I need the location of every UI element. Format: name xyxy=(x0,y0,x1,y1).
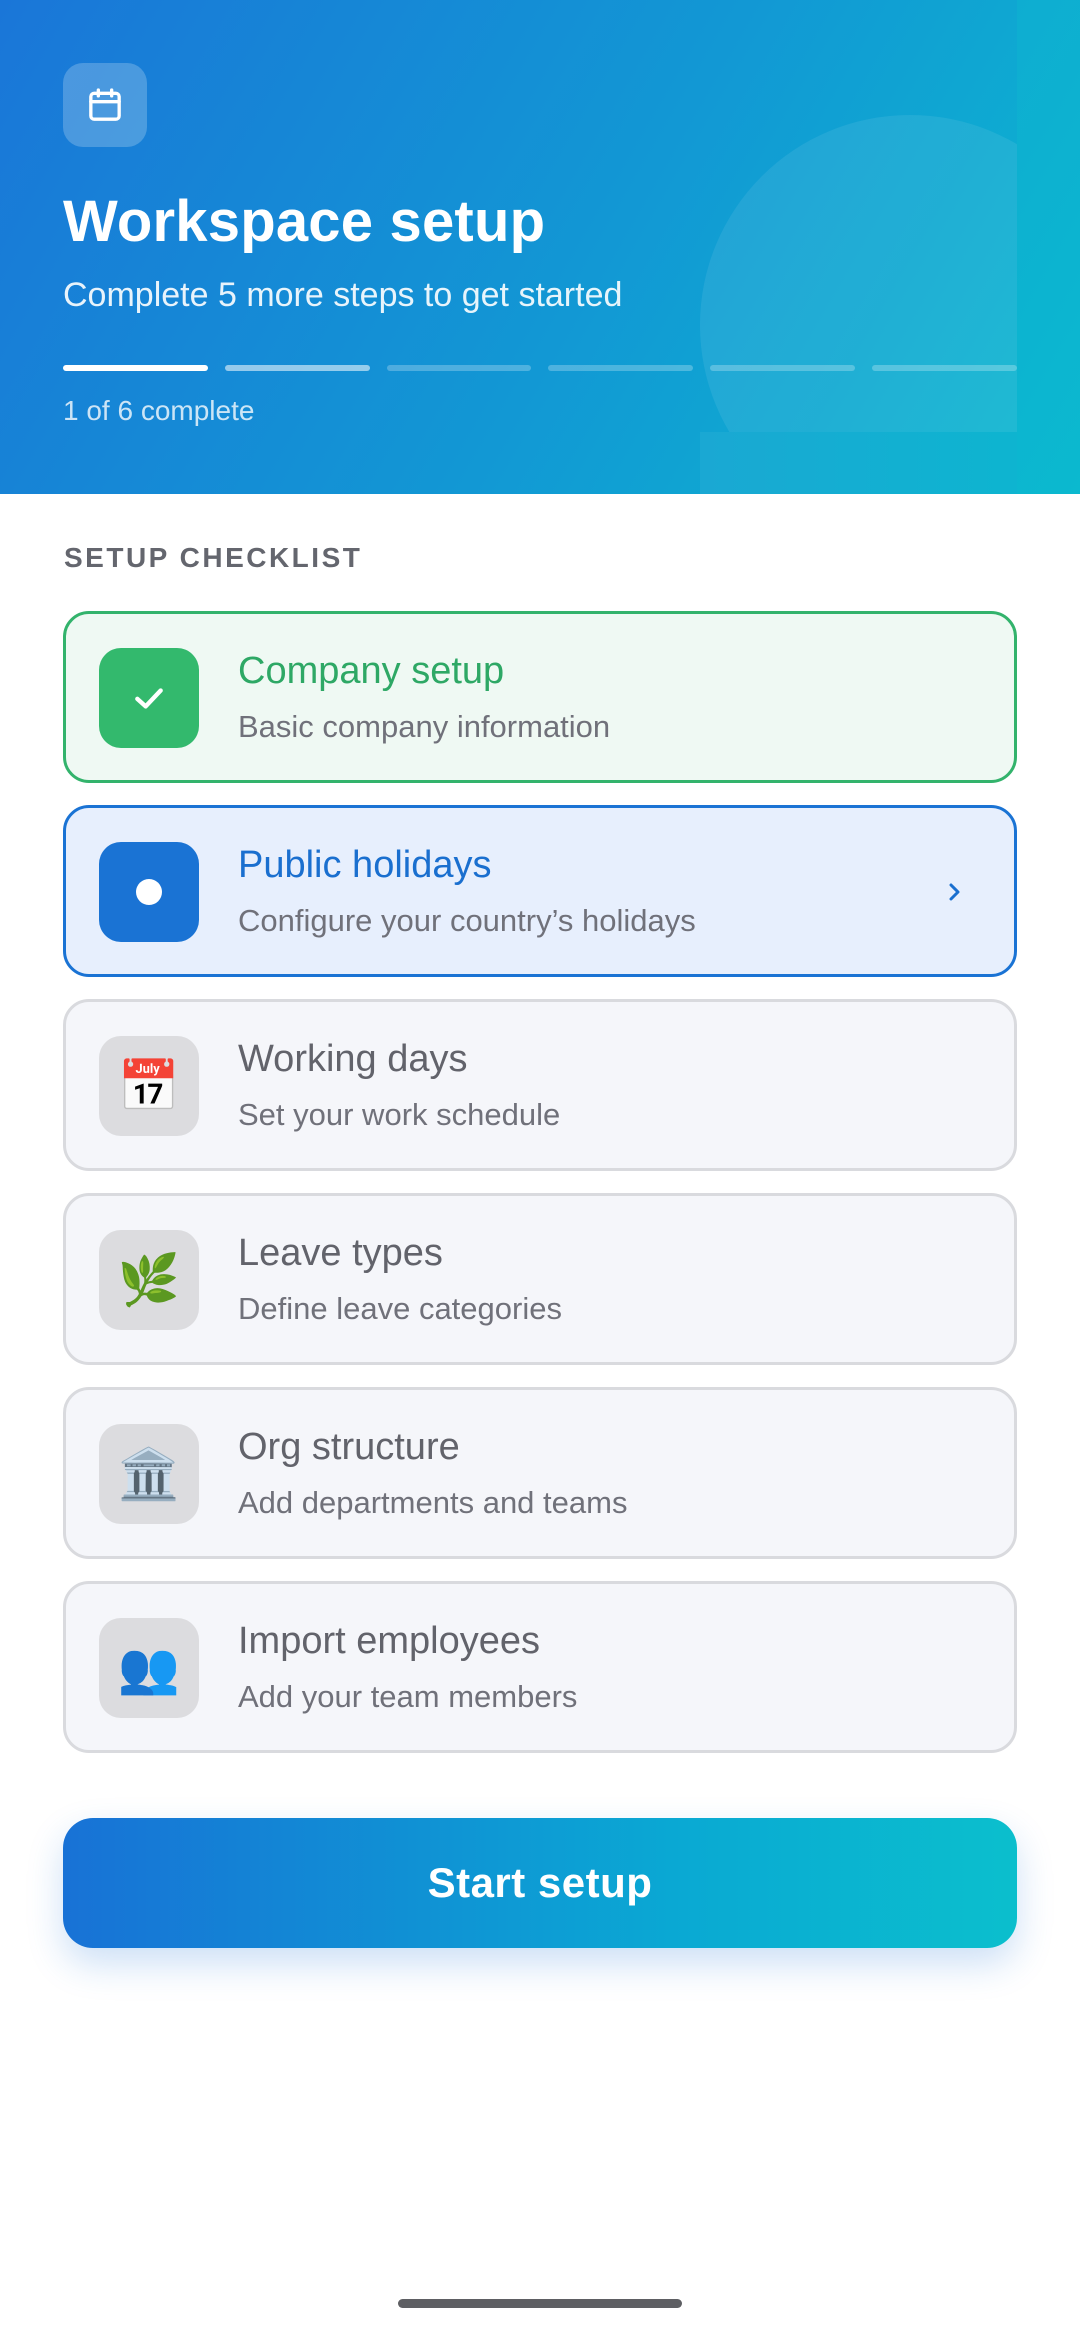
step-subtitle: Configure your country’s holidays xyxy=(238,903,696,938)
chevron-right-icon xyxy=(938,876,970,908)
leaf-icon: 🌿 xyxy=(99,1230,199,1330)
dot-icon xyxy=(99,842,199,942)
step-title: Public holidays xyxy=(238,844,492,886)
section-label: SETUP CHECKLIST xyxy=(64,542,363,573)
home-indicator[interactable] xyxy=(398,2299,682,2308)
progress-segment xyxy=(710,365,856,371)
step-leave-types[interactable]: 🌿 Leave types Define leave categories xyxy=(63,1193,1017,1365)
step-title: Leave types xyxy=(238,1232,443,1274)
step-working-days[interactable]: 📅 Working days Set your work schedule xyxy=(63,999,1017,1171)
step-import-employees[interactable]: 👥 Import employees Add your team members xyxy=(63,1581,1017,1753)
progress-label: 1 of 6 complete xyxy=(63,395,255,426)
header-decoration-edge xyxy=(700,432,1030,494)
step-public-holidays[interactable]: Public holidays Configure your country’s… xyxy=(63,805,1017,977)
step-title: Org structure xyxy=(238,1426,460,1468)
calendar-icon xyxy=(63,63,147,147)
page-subtitle: Complete 5 more steps to get started xyxy=(63,276,623,314)
step-org-structure[interactable]: 🏛️ Org structure Add departments and tea… xyxy=(63,1387,1017,1559)
step-subtitle: Define leave categories xyxy=(238,1291,562,1326)
progress-segment xyxy=(63,365,208,371)
setup-checklist: Company setup Basic company information … xyxy=(63,611,1017,1775)
progress-segment xyxy=(224,365,370,371)
progress-segment xyxy=(872,365,1017,371)
header-decoration-edge xyxy=(1017,0,1080,494)
progress-segment xyxy=(386,365,532,371)
step-subtitle: Basic company information xyxy=(238,709,611,744)
progress-bar xyxy=(63,365,1017,371)
check-icon xyxy=(99,648,199,748)
page-title: Workspace setup xyxy=(63,189,546,254)
progress-segment xyxy=(548,365,694,371)
step-title: Working days xyxy=(238,1038,468,1080)
step-title: Import employees xyxy=(238,1620,541,1662)
people-icon: 👥 xyxy=(99,1618,199,1718)
start-setup-button[interactable]: Start setup xyxy=(63,1818,1017,1948)
step-subtitle: Add departments and teams xyxy=(238,1485,628,1520)
step-subtitle: Set your work schedule xyxy=(238,1097,561,1132)
header: Workspace setup Complete 5 more steps to… xyxy=(0,0,1080,494)
step-title: Company setup xyxy=(238,650,505,692)
calendar-emoji-icon: 📅 xyxy=(99,1036,199,1136)
building-icon: 🏛️ xyxy=(99,1424,199,1524)
step-company-setup[interactable]: Company setup Basic company information xyxy=(63,611,1017,783)
step-subtitle: Add your team members xyxy=(238,1679,578,1714)
